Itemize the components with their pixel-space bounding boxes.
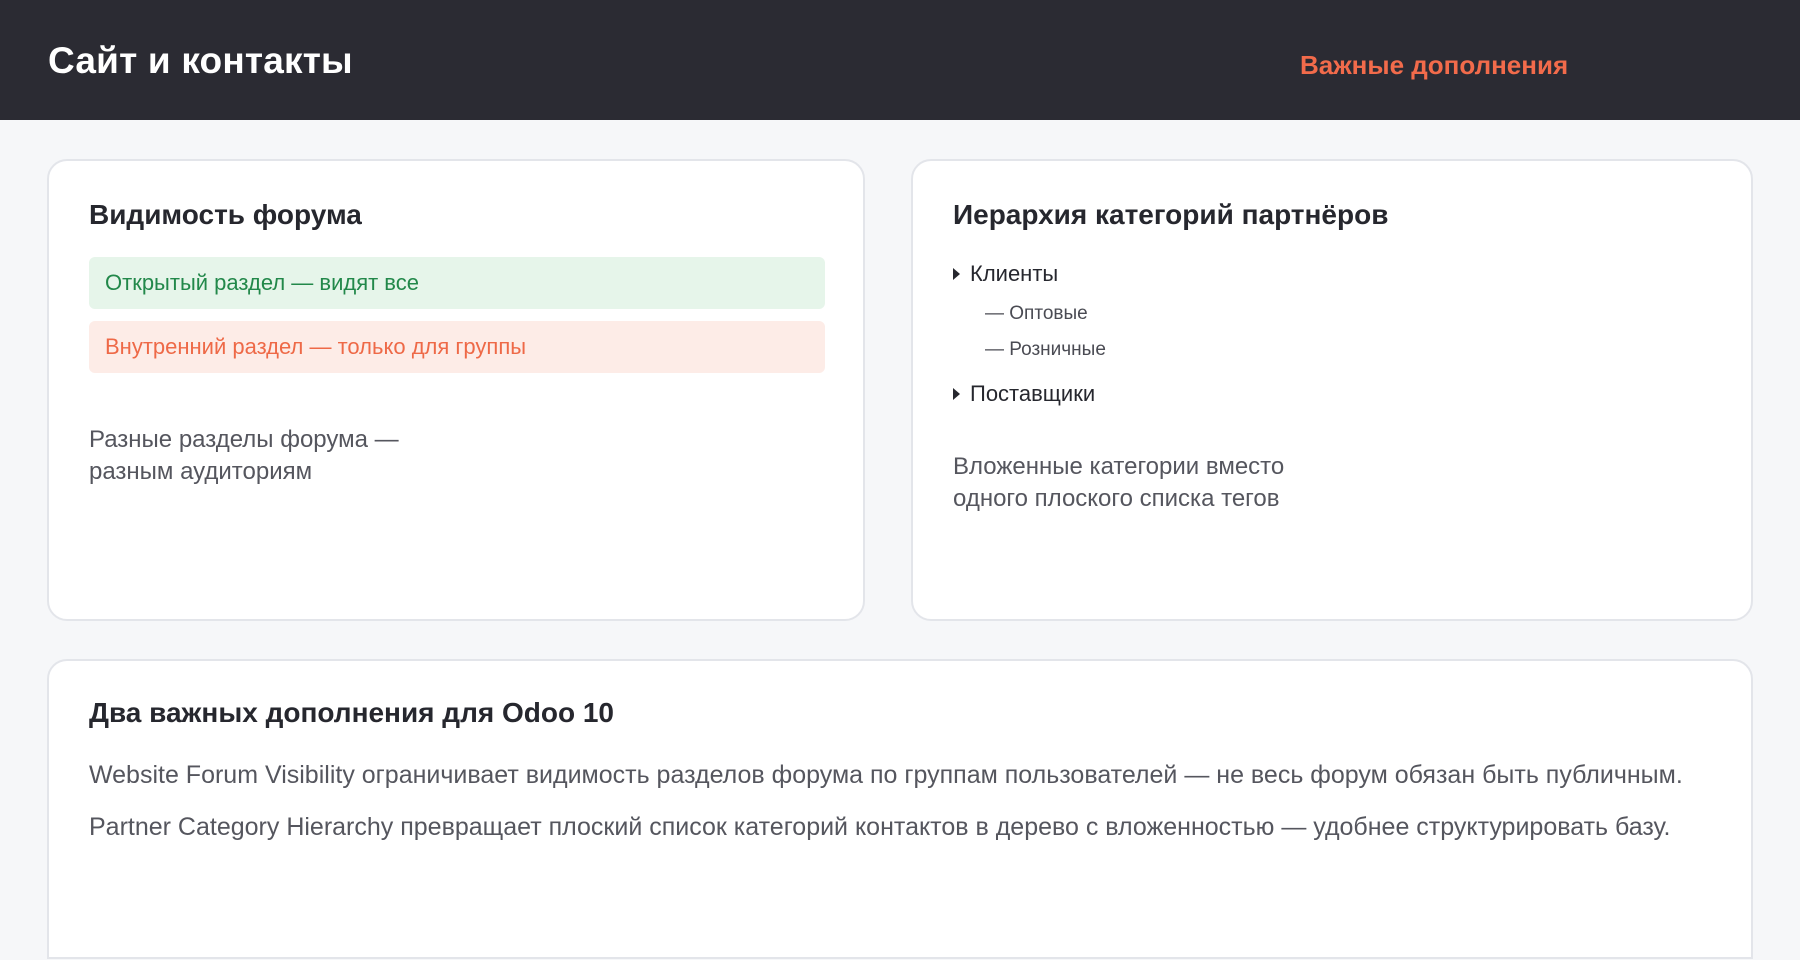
tree-node-label: Поставщики (970, 381, 1096, 406)
summary-paragraph-hierarchy: Partner Category Hierarchy превращает пл… (89, 813, 1671, 841)
page-title: Сайт и контакты (48, 40, 353, 81)
tree-node-retail[interactable]: — Розничные (985, 339, 1106, 361)
partner-hierarchy-card: Иерархия категорий партнёров Клиенты — О… (911, 159, 1753, 621)
partner-hierarchy-note: Вложенные категории вместо одного плоско… (953, 453, 1285, 512)
forum-visibility-title: Видимость форума (89, 199, 362, 230)
forum-visibility-note: Разные разделы форума — разным аудитория… (89, 426, 399, 485)
summary-title: Два важных дополнения для Odoo 10 (89, 697, 614, 728)
open-section-badge: Открытый раздел — видят все (89, 257, 825, 309)
top-bar: Сайт и контакты Важные дополнения (0, 0, 1800, 120)
forum-visibility-card: Видимость форума Открытый раздел — видят… (47, 159, 865, 621)
summary-card: Два важных дополнения для Odoo 10 Websit… (47, 659, 1753, 959)
caret-right-icon (953, 388, 960, 400)
internal-section-badge: Внутренний раздел — только для группы (89, 321, 825, 373)
important-addons-link[interactable]: Важные дополнения (1300, 50, 1568, 81)
partner-hierarchy-title: Иерархия категорий партнёров (953, 199, 1389, 230)
tree-node-label: Клиенты (970, 261, 1059, 286)
caret-right-icon (953, 268, 960, 280)
tree-node-clients[interactable]: Клиенты (953, 261, 1058, 287)
summary-paragraph-forum: Website Forum Visibility ограничивает ви… (89, 761, 1683, 789)
tree-node-wholesale[interactable]: — Оптовые (985, 303, 1088, 325)
tree-node-suppliers[interactable]: Поставщики (953, 381, 1095, 407)
